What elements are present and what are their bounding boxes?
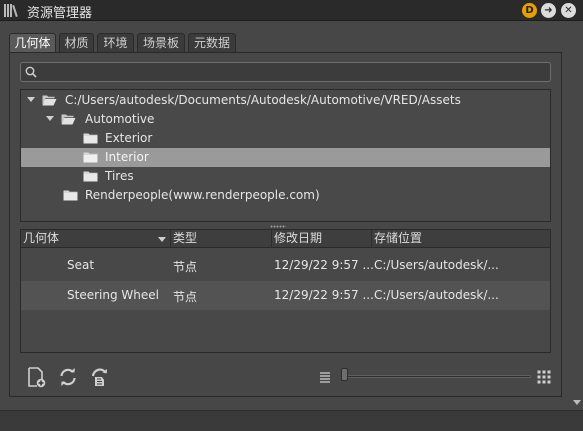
cell-type: 节点: [173, 290, 198, 304]
library-icon: [4, 4, 19, 18]
tree-item-automotive[interactable]: Automotive: [21, 110, 550, 129]
scroll-down-arrow-icon[interactable]: [573, 400, 581, 405]
table-header: 几何体 类型 修改日期 存储位置: [21, 230, 550, 248]
tab-environments[interactable]: 环境: [97, 33, 134, 53]
tree-item-exterior[interactable]: Exterior: [21, 129, 550, 148]
tab-geometry[interactable]: 几何体: [9, 33, 56, 54]
table-row[interactable]: Steering Wheel 节点 12/29/22 9:57 ... C:/U…: [21, 281, 550, 310]
column-header-label: 几何体: [23, 231, 60, 245]
refresh-icon[interactable]: [57, 366, 79, 388]
folder-icon: [83, 152, 98, 163]
thumbnail-size-slider[interactable]: [343, 375, 531, 378]
column-header-type[interactable]: 类型: [171, 230, 272, 248]
tree-item-label: Tires: [105, 169, 134, 183]
tree-item-label: C:/Users/autodesk/Documents/Autodesk/Aut…: [65, 93, 461, 107]
cell-modified: 12/29/22 9:57 ...: [274, 288, 374, 302]
grid-view-icon[interactable]: [537, 370, 551, 384]
column-header-modified[interactable]: 修改日期: [272, 230, 372, 248]
tab-sceneplates[interactable]: 场景板: [137, 33, 185, 53]
d-badge-icon[interactable]: D: [522, 3, 537, 18]
tree-item-assets[interactable]: C:/Users/autodesk/Documents/Autodesk/Aut…: [21, 91, 550, 110]
tree-item-label: Automotive: [85, 112, 155, 126]
cell-location: C:/Users/autodesk/...: [374, 288, 499, 302]
close-icon[interactable]: ✕: [561, 3, 576, 18]
forward-icon[interactable]: ➜: [541, 3, 556, 18]
geometry-panel: C:/Users/autodesk/Documents/Autodesk/Aut…: [9, 52, 562, 397]
status-bar: [0, 410, 583, 431]
search-icon: [25, 66, 37, 78]
folder-open-icon: [61, 114, 76, 125]
folder-open-icon: [42, 95, 57, 106]
list-view-icon[interactable]: [319, 371, 331, 383]
splitter-handle[interactable]: [270, 225, 286, 228]
tab-materials[interactable]: 材质: [59, 33, 94, 53]
cell-name: Steering Wheel: [67, 288, 159, 302]
asset-table: 几何体 类型 修改日期 存储位置 Seat 节点 12/29/22 9:57 .…: [20, 229, 551, 353]
window-title: 资源管理器: [27, 6, 93, 21]
sort-arrow-icon[interactable]: [158, 237, 166, 242]
column-header-location[interactable]: 存储位置: [372, 230, 550, 248]
cell-type: 节点: [173, 260, 198, 274]
expand-arrow-icon[interactable]: [27, 97, 35, 102]
cell-name: Seat: [67, 258, 95, 272]
title-bar: 资源管理器 D ➜ ✕: [0, 0, 583, 21]
cell-modified: 12/29/22 9:57 ...: [274, 258, 374, 272]
folder-icon: [63, 190, 78, 201]
tree-item-label: Exterior: [105, 131, 153, 145]
folder-icon: [83, 171, 98, 182]
folder-icon: [83, 133, 98, 144]
search-input[interactable]: [41, 64, 546, 80]
column-header-geometry[interactable]: 几何体: [21, 230, 171, 248]
folder-tree: C:/Users/autodesk/Documents/Autodesk/Aut…: [20, 89, 551, 222]
search-field[interactable]: [20, 62, 551, 82]
tree-item-label: Renderpeople(www.renderpeople.com): [85, 188, 320, 202]
cell-location: C:/Users/autodesk/...: [374, 258, 499, 272]
expand-arrow-icon[interactable]: [46, 116, 54, 121]
tree-item-interior[interactable]: Interior: [21, 148, 550, 167]
tab-metadata[interactable]: 元数据: [188, 33, 236, 53]
new-file-icon[interactable]: [25, 366, 47, 388]
table-row[interactable]: Seat 节点 12/29/22 9:57 ... C:/Users/autod…: [21, 251, 550, 280]
load-icon[interactable]: [89, 366, 111, 388]
tree-item-renderpeople[interactable]: Renderpeople(www.renderpeople.com): [21, 186, 550, 205]
slider-handle[interactable]: [341, 368, 348, 381]
tree-item-tires[interactable]: Tires: [21, 167, 550, 186]
tree-item-label: Interior: [105, 150, 149, 164]
